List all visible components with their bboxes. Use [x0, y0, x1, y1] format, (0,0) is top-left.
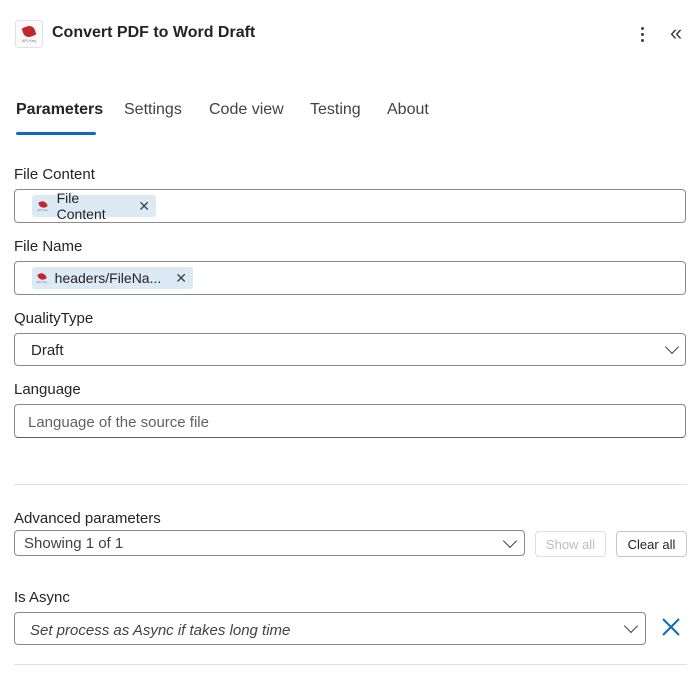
quality-type-select[interactable]: Draft [14, 333, 686, 366]
file-content-label: File Content [14, 166, 95, 183]
language-label: Language [14, 381, 81, 398]
language-input[interactable]: Language of the source file [14, 404, 686, 438]
tab-code-view[interactable]: Code view [209, 101, 284, 119]
tab-about[interactable]: About [387, 101, 429, 119]
chevron-down-icon[interactable] [664, 339, 680, 355]
tab-parameters[interactable]: Parameters [16, 101, 103, 119]
advanced-showing-value: Showing 1 of 1 [24, 535, 124, 552]
file-content-token: API Key File Content ✕ [32, 190, 156, 222]
token-logo-icon: API Key [35, 270, 49, 286]
file-name-field[interactable]: API Key headers/FileNa... ✕ [14, 261, 686, 295]
file-name-token: API Key headers/FileNa... ✕ [32, 267, 193, 289]
is-async-select[interactable]: Set process as Async if takes long time [14, 612, 646, 645]
page-title: Convert PDF to Word Draft [52, 24, 256, 41]
more-vertical-icon[interactable] [632, 22, 652, 46]
app-logo-icon: API Key [15, 20, 43, 48]
token-logo-icon: API Key [35, 198, 51, 214]
advanced-parameters-select[interactable]: Showing 1 of 1 [14, 530, 525, 556]
tab-settings[interactable]: Settings [124, 101, 182, 119]
remove-token-icon[interactable]: ✕ [175, 270, 187, 287]
file-name-label: File Name [14, 238, 83, 255]
advanced-parameters-label: Advanced parameters [14, 510, 161, 527]
token-label: File Content [56, 190, 106, 222]
divider [14, 484, 687, 485]
quality-type-label: QualityType [14, 310, 94, 327]
clear-all-button[interactable]: Clear all [616, 531, 687, 557]
show-all-button[interactable]: Show all [535, 531, 606, 557]
language-placeholder: Language of the source file [28, 414, 209, 431]
token-label: headers/FileNa... [54, 270, 162, 286]
tab-testing[interactable]: Testing [310, 101, 361, 119]
divider [14, 664, 687, 665]
is-async-placeholder: Set process as Async if takes long time [30, 622, 291, 639]
chevron-down-icon[interactable] [502, 533, 518, 549]
active-tab-indicator [16, 132, 96, 135]
file-content-field[interactable]: API Key File Content ✕ [14, 189, 686, 223]
logo-text: API Key [21, 37, 37, 43]
is-async-label: Is Async [14, 589, 70, 606]
chevron-down-icon[interactable] [623, 618, 639, 634]
collapse-double-chevron-icon[interactable]: « [670, 21, 694, 45]
remove-token-icon[interactable]: ✕ [138, 198, 150, 215]
quality-type-value: Draft [31, 342, 64, 359]
close-icon[interactable] [660, 616, 682, 638]
